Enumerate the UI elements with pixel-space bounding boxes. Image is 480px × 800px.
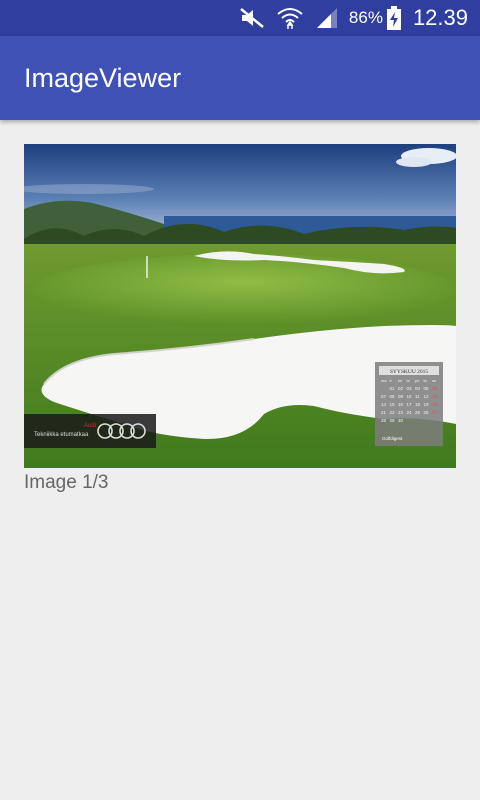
calendar-date: 25 bbox=[415, 410, 421, 415]
calendar-date: 23 bbox=[398, 410, 404, 415]
calendar-date: 20 bbox=[432, 402, 438, 407]
calendar-date: 27 bbox=[432, 410, 438, 415]
calendar-date: 30 bbox=[398, 418, 404, 423]
calendar-date: 21 bbox=[381, 410, 387, 415]
calendar-date: 08 bbox=[390, 394, 396, 399]
mute-icon bbox=[239, 7, 265, 29]
audi-brand-text: Audi bbox=[84, 423, 96, 429]
battery-charging-icon bbox=[386, 6, 401, 30]
calendar-date: 17 bbox=[407, 402, 413, 407]
golf-course-photo: Audi Tekniikka etumatkaa SYYSKUU 2015 ma… bbox=[24, 144, 456, 468]
calendar-date: 14 bbox=[381, 402, 387, 407]
calendar-overlay: SYYSKUU 2015 ma ti ke to pe la su 01 02 03 04 05 06… bbox=[375, 362, 443, 446]
image-caption: Image 1/3 bbox=[24, 472, 109, 493]
calendar-date: 19 bbox=[424, 402, 430, 407]
calendar-date: 06 bbox=[432, 386, 438, 391]
status-bar: 86% 12.39 bbox=[0, 0, 480, 36]
calendar-title: SYYSKUU 2015 bbox=[390, 369, 429, 375]
calendar-weekday: ti bbox=[390, 378, 392, 383]
audi-banner bbox=[24, 414, 156, 448]
calendar-date: 11 bbox=[415, 394, 420, 399]
calendar-date: 18 bbox=[415, 402, 421, 407]
calendar-footer: Golfdigest bbox=[382, 436, 403, 441]
calendar-date: 29 bbox=[390, 418, 396, 423]
calendar-date: 03 bbox=[407, 386, 413, 391]
calendar-date: 09 bbox=[398, 394, 404, 399]
wifi-icon bbox=[277, 6, 303, 30]
calendar-weekday: ma bbox=[381, 378, 387, 383]
calendar-date: 16 bbox=[398, 402, 404, 407]
calendar-weekday: su bbox=[432, 378, 436, 383]
calendar-date: 05 bbox=[424, 386, 430, 391]
clock: 12.39 bbox=[412, 5, 468, 30]
calendar-date: 02 bbox=[398, 386, 404, 391]
calendar-date: 22 bbox=[390, 410, 396, 415]
app-title: ImageViewer bbox=[24, 62, 182, 93]
calendar-date: 13 bbox=[432, 394, 438, 399]
battery-percentage: 86% bbox=[348, 8, 383, 27]
audi-slogan-text: Tekniikka etumatkaa bbox=[34, 432, 89, 438]
calendar-date: 26 bbox=[424, 410, 430, 415]
calendar-date: 15 bbox=[390, 402, 396, 407]
displayed-image[interactable]: Audi Tekniikka etumatkaa SYYSKUU 2015 ma… bbox=[24, 144, 456, 468]
calendar-date: 10 bbox=[407, 394, 413, 399]
app-bar: ImageViewer bbox=[0, 36, 480, 120]
calendar-date: 28 bbox=[381, 418, 387, 423]
calendar-date: 24 bbox=[407, 410, 413, 415]
calendar-date: 04 bbox=[415, 386, 421, 391]
calendar-weekday: pe bbox=[415, 378, 420, 383]
calendar-date: 01 bbox=[390, 386, 396, 391]
calendar-date: 07 bbox=[381, 394, 387, 399]
calendar-date: 12 bbox=[424, 394, 430, 399]
signal-icon bbox=[315, 7, 339, 29]
